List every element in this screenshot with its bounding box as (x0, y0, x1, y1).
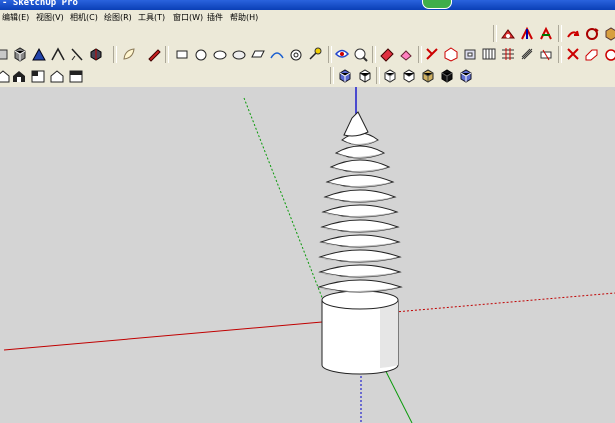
toolbar-row-2 (0, 44, 615, 66)
menu-view[interactable]: 视图(V) (36, 12, 64, 23)
screw-tip (343, 111, 369, 137)
toolbar-row-3 (0, 66, 615, 87)
eraser-icon[interactable] (584, 46, 600, 62)
paint-icon[interactable] (334, 46, 350, 62)
undo-icon[interactable] (565, 26, 581, 42)
cube-icon[interactable] (603, 26, 615, 42)
toolbar-separator (372, 46, 376, 63)
menu-tools[interactable]: 工具(T) (138, 12, 165, 23)
hidden-line-icon[interactable] (382, 68, 398, 84)
scale-icon[interactable] (462, 46, 478, 62)
iso-view-icon[interactable] (337, 68, 353, 84)
eraser-icon[interactable] (379, 46, 395, 62)
zoom-icon[interactable] (353, 46, 369, 62)
component-icon[interactable] (88, 46, 104, 62)
eraser-icon[interactable] (603, 46, 615, 62)
modeling-viewport[interactable] (0, 87, 615, 423)
toolbar-separator (376, 67, 380, 84)
tape-icon[interactable] (307, 46, 323, 62)
window-control-button[interactable] (422, 0, 452, 9)
green-axis-negative (243, 97, 324, 301)
menu-plugins[interactable]: 插件 (207, 12, 223, 23)
arc-icon[interactable] (269, 46, 285, 62)
screw-thread (334, 145, 386, 159)
followme-icon[interactable] (500, 46, 516, 62)
circle-icon[interactable] (288, 46, 304, 62)
warehouse-icon[interactable] (121, 46, 137, 62)
window-title: - SketchUp Pro (2, 0, 78, 8)
rotate-icon[interactable] (443, 46, 459, 62)
textured-icon[interactable] (420, 68, 436, 84)
monochrome-icon[interactable] (439, 68, 455, 84)
axes-icon[interactable] (538, 26, 554, 42)
polygon-icon[interactable] (250, 46, 266, 62)
circle-icon[interactable] (193, 46, 209, 62)
text-icon[interactable] (398, 46, 414, 62)
shaded-icon[interactable] (401, 68, 417, 84)
screw-base-top (321, 290, 399, 310)
axes-icon[interactable] (519, 26, 535, 42)
offset-icon[interactable] (481, 46, 497, 62)
circle-icon[interactable] (212, 46, 228, 62)
toolbar-separator (558, 25, 562, 42)
menu-draw[interactable]: 绘图(R) (104, 12, 132, 23)
rectangle-icon[interactable] (174, 46, 190, 62)
wireframe-icon[interactable] (357, 68, 373, 84)
circle-icon[interactable] (231, 46, 247, 62)
toolbar-separator (165, 46, 169, 63)
red-axis (3, 321, 323, 351)
shapes-icon[interactable] (12, 46, 28, 62)
back-view-icon[interactable] (30, 68, 46, 84)
toolbar-separator (328, 46, 332, 63)
pencil-icon[interactable] (565, 46, 581, 62)
follow-icon[interactable] (31, 46, 47, 62)
menu-window[interactable]: 窗口(W) (173, 12, 203, 23)
toolbar-row-1 (0, 24, 615, 44)
side-view-icon[interactable] (49, 68, 65, 84)
scene-canvas[interactable] (0, 87, 615, 423)
menu-help[interactable]: 帮助(H) (230, 12, 258, 23)
xray-icon[interactable] (458, 68, 474, 84)
menu-bar: 编辑(E) 视图(V) 相机(C) 绘图(R) 工具(T) 窗口(W) 插件 帮… (0, 10, 615, 24)
screw-base-shade (380, 300, 398, 368)
toolbar-separator (558, 46, 562, 63)
toolbar-separator (330, 67, 334, 84)
protractor-icon[interactable] (519, 46, 535, 62)
side-view-icon[interactable] (68, 68, 84, 84)
title-bar: - SketchUp Pro (0, 0, 615, 10)
move-icon[interactable] (424, 46, 440, 62)
toolbar-separator (493, 25, 497, 42)
front-view-icon[interactable] (11, 68, 27, 84)
menu-camera[interactable]: 相机(C) (70, 12, 98, 23)
pushpull-icon[interactable] (0, 46, 10, 62)
lines-icon[interactable] (69, 46, 85, 62)
pencil-icon[interactable] (146, 46, 162, 62)
camera-icon[interactable] (500, 26, 516, 42)
dimension-icon[interactable] (538, 46, 554, 62)
rotate-icon[interactable] (584, 26, 600, 42)
toolbar-separator (113, 46, 117, 63)
red-axis-negative (394, 292, 615, 313)
lines-icon[interactable] (50, 46, 66, 62)
toolbar-separator (418, 46, 422, 63)
home-icon[interactable] (0, 68, 11, 84)
menu-edit[interactable]: 编辑(E) (2, 12, 29, 23)
